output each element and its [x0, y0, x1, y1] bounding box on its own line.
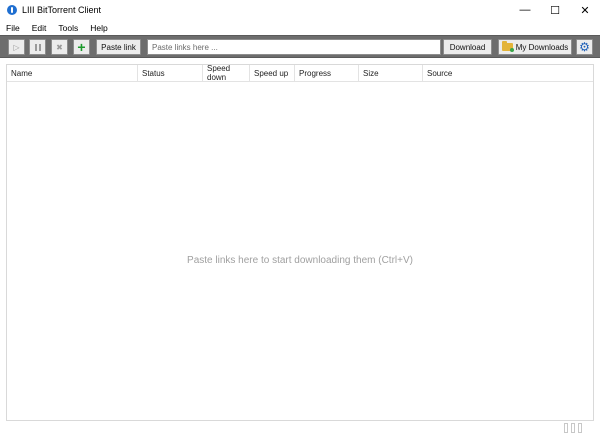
torrent-list[interactable]: Name Status Speed down Speed up Progress… — [6, 64, 594, 421]
menu-bar: File Edit Tools Help — [0, 20, 600, 35]
pause-button[interactable] — [29, 39, 46, 55]
settings-button[interactable]: ⚙ — [576, 39, 593, 55]
my-downloads-label: My Downloads — [515, 42, 569, 52]
paste-link-button[interactable]: Paste link — [96, 39, 141, 55]
remove-button[interactable]: ✖ — [51, 39, 68, 55]
window-title: LIII BitTorrent Client — [22, 5, 102, 15]
toolbar: ▷ ✖ + Paste link Download My Downloads ⚙ — [0, 35, 600, 58]
remove-icon: ✖ — [56, 42, 63, 52]
column-status[interactable]: Status — [138, 65, 203, 81]
maximize-button[interactable]: ☐ — [540, 0, 570, 20]
menu-tools[interactable]: Tools — [52, 23, 84, 33]
app-icon — [7, 5, 17, 15]
menu-file[interactable]: File — [0, 23, 26, 33]
add-torrent-button[interactable]: + — [73, 39, 90, 55]
start-button[interactable]: ▷ — [8, 39, 25, 55]
column-progress[interactable]: Progress — [295, 65, 359, 81]
gear-icon: ⚙ — [579, 40, 590, 54]
close-button[interactable]: ✕ — [570, 0, 600, 20]
column-header: Name Status Speed down Speed up Progress… — [7, 64, 595, 82]
resize-grip[interactable] — [564, 423, 582, 433]
pause-icon — [34, 43, 41, 51]
download-button[interactable]: Download — [443, 39, 492, 55]
column-size[interactable]: Size — [359, 65, 423, 81]
menu-help[interactable]: Help — [84, 23, 113, 33]
play-icon: ▷ — [13, 42, 20, 52]
title-bar: LIII BitTorrent Client — ☐ ✕ — [0, 0, 600, 20]
menu-edit[interactable]: Edit — [26, 23, 53, 33]
status-bar — [0, 421, 600, 437]
minimize-button[interactable]: — — [510, 0, 540, 20]
column-source[interactable]: Source — [423, 65, 595, 81]
column-speed-up[interactable]: Speed up — [250, 65, 295, 81]
folder-icon — [501, 41, 514, 52]
column-name[interactable]: Name — [7, 65, 138, 81]
plus-icon: + — [77, 39, 86, 55]
window-controls: — ☐ ✕ — [510, 0, 600, 20]
column-speed-down[interactable]: Speed down — [203, 64, 250, 82]
my-downloads-button[interactable]: My Downloads — [498, 39, 572, 55]
link-input[interactable] — [147, 39, 441, 55]
empty-state-message: Paste links here to start downloading th… — [187, 255, 413, 266]
